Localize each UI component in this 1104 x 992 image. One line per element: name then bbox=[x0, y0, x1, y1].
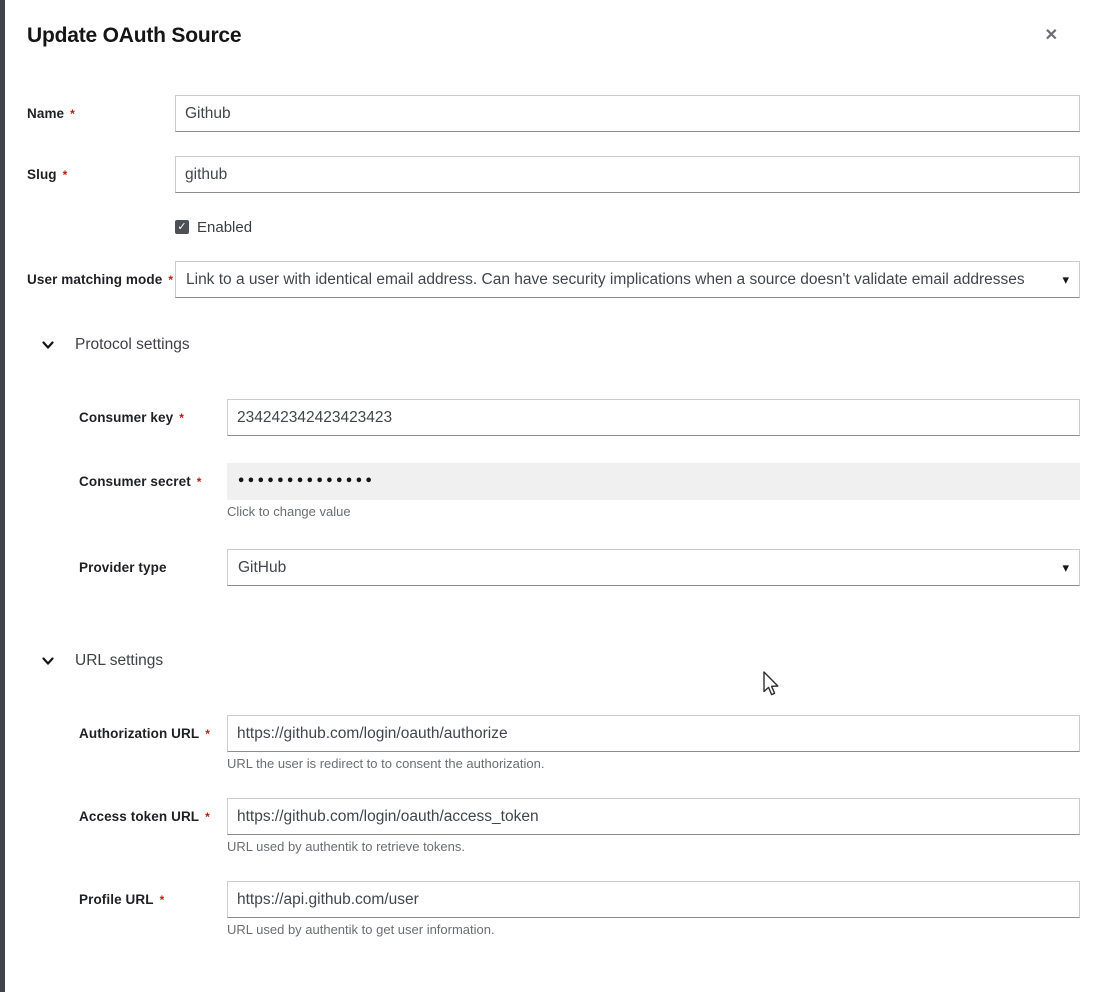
consumer-secret-help[interactable]: Click to change value bbox=[227, 504, 1080, 519]
section-title: Protocol settings bbox=[75, 336, 190, 354]
close-icon[interactable]: ✕ bbox=[1041, 24, 1080, 48]
user-matching-mode-label: User matching mode * bbox=[27, 261, 175, 298]
consumer-secret-row: Consumer secret * Click to change value bbox=[79, 463, 1080, 519]
profile-url-help: URL used by authentik to get user inform… bbox=[227, 922, 1080, 937]
url-settings-toggle[interactable]: URL settings bbox=[41, 652, 1080, 670]
chevron-down-icon bbox=[41, 338, 55, 352]
authorization-url-row: Authorization URL * URL the user is redi… bbox=[79, 715, 1080, 771]
authorization-url-help: URL the user is redirect to to consent t… bbox=[227, 756, 1080, 771]
modal-header: Update OAuth Source ✕ bbox=[27, 24, 1080, 48]
provider-type-label: Provider type bbox=[79, 549, 227, 586]
consumer-secret-input[interactable] bbox=[227, 463, 1080, 500]
enabled-checkbox[interactable]: ✓ bbox=[175, 220, 189, 234]
consumer-secret-label: Consumer secret * bbox=[79, 463, 227, 500]
profile-url-label: Profile URL * bbox=[79, 881, 227, 918]
name-row: Name * bbox=[27, 95, 1080, 132]
required-asterisk: * bbox=[197, 475, 202, 489]
consumer-key-input[interactable] bbox=[227, 399, 1080, 436]
section-title: URL settings bbox=[75, 652, 163, 670]
provider-type-row: Provider type GitHub ▾ bbox=[79, 549, 1080, 586]
slug-input[interactable] bbox=[175, 156, 1080, 193]
user-matching-mode-row: User matching mode * Link to a user with… bbox=[27, 261, 1080, 298]
consumer-key-row: Consumer key * bbox=[79, 399, 1080, 436]
consumer-key-label: Consumer key * bbox=[79, 399, 227, 436]
modal-title: Update OAuth Source bbox=[27, 24, 241, 48]
chevron-down-icon: ▾ bbox=[1062, 560, 1069, 576]
chevron-down-icon bbox=[41, 654, 55, 668]
authorization-url-label: Authorization URL * bbox=[79, 715, 227, 752]
profile-url-input[interactable] bbox=[227, 881, 1080, 918]
user-matching-mode-select[interactable]: Link to a user with identical email addr… bbox=[175, 261, 1080, 298]
access-token-url-input[interactable] bbox=[227, 798, 1080, 835]
required-asterisk: * bbox=[179, 411, 184, 425]
authorization-url-input[interactable] bbox=[227, 715, 1080, 752]
required-asterisk: * bbox=[205, 727, 210, 741]
chevron-down-icon: ▾ bbox=[1062, 272, 1069, 288]
oauth-source-form: Name * Slug * bbox=[27, 95, 1080, 937]
access-token-url-help: URL used by authentik to retrieve tokens… bbox=[227, 839, 1080, 854]
required-asterisk: * bbox=[70, 107, 75, 121]
slug-label: Slug * bbox=[27, 156, 175, 193]
name-input[interactable] bbox=[175, 95, 1080, 132]
enabled-row: ✓ Enabled bbox=[27, 217, 1080, 237]
protocol-settings-toggle[interactable]: Protocol settings bbox=[41, 336, 1080, 354]
screen: Update OAuth Source ✕ Name * Slug * bbox=[0, 0, 1104, 992]
slug-row: Slug * bbox=[27, 156, 1080, 193]
url-settings-section: URL settings Authorization URL * URL the… bbox=[27, 652, 1080, 937]
required-asterisk: * bbox=[205, 810, 210, 824]
required-asterisk: * bbox=[160, 893, 165, 907]
required-asterisk: * bbox=[63, 168, 68, 182]
protocol-settings-section: Protocol settings Consumer key * bbox=[27, 336, 1080, 586]
access-token-url-label: Access token URL * bbox=[79, 798, 227, 835]
name-label: Name * bbox=[27, 95, 175, 132]
required-asterisk: * bbox=[168, 273, 173, 287]
provider-type-select[interactable]: GitHub ▾ bbox=[227, 549, 1080, 586]
enabled-label: Enabled bbox=[197, 219, 252, 236]
profile-url-row: Profile URL * URL used by authentik to g… bbox=[79, 881, 1080, 937]
access-token-url-row: Access token URL * URL used by authentik… bbox=[79, 798, 1080, 854]
update-oauth-source-modal: Update OAuth Source ✕ Name * Slug * bbox=[5, 0, 1104, 992]
